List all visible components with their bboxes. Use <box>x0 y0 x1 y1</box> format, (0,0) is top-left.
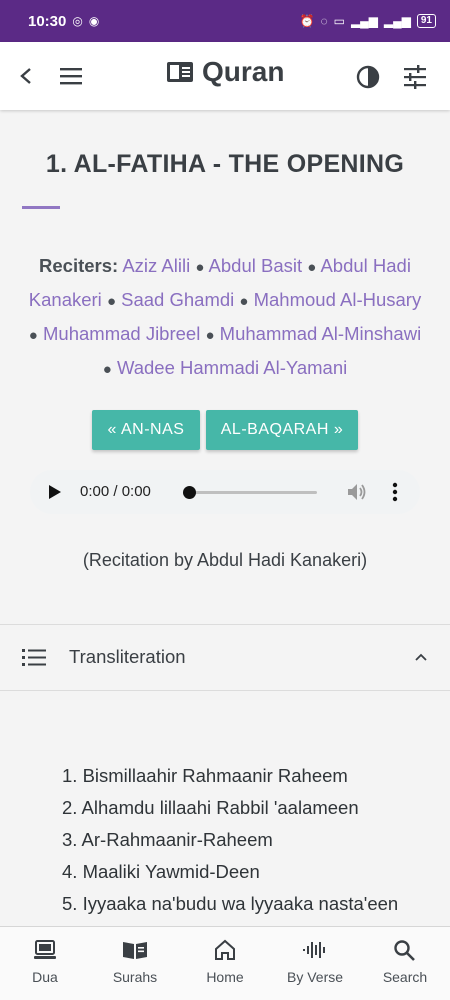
app-bar: Quran <box>0 42 450 110</box>
verse-item: 2. Alhamdu lillaahi Rabbil 'aalameen <box>62 797 359 818</box>
title-divider <box>22 206 60 209</box>
laptop-icon <box>34 940 56 959</box>
settings-sliders-icon[interactable] <box>402 64 428 90</box>
alarm-icon: ⏰ <box>299 14 315 28</box>
nav-home[interactable]: Home <box>180 927 270 1000</box>
waveform-icon <box>303 942 325 958</box>
whatsapp-icon: ◎ <box>72 14 83 28</box>
nav-label: Search <box>382 969 428 985</box>
home-icon <box>215 939 235 960</box>
notification-icon: ◉ <box>88 14 100 28</box>
recitation-note: (Recitation by Abdul Hadi Kanakeri) <box>82 550 368 570</box>
nav-surahs[interactable]: Surahs <box>90 927 180 1000</box>
audio-player: 0:00 / 0:00 <box>30 470 420 514</box>
nav-label: Home <box>206 969 244 985</box>
reciters-label: Reciters: <box>39 255 119 276</box>
separator-dot: ● <box>102 361 112 378</box>
audio-seek-handle[interactable] <box>183 486 196 499</box>
nav-search[interactable]: Search <box>360 927 450 1000</box>
search-icon <box>394 940 415 961</box>
transliteration-label: Transliteration <box>69 646 186 667</box>
battery-icon: 91 <box>416 14 436 28</box>
play-icon[interactable] <box>48 484 62 500</box>
volume-icon[interactable] <box>346 482 368 502</box>
hamburger-menu-icon[interactable] <box>58 64 84 88</box>
bottom-navigation: Dua Surahs Home By Verse Search <box>0 926 450 1000</box>
chevron-up-icon[interactable] <box>414 652 428 662</box>
surah-title: 1. AL-FATIHA - THE OPENING <box>45 150 405 178</box>
reciter-link[interactable]: Mahmoud Al-Husary <box>254 289 422 310</box>
separator-dot: ● <box>195 259 205 276</box>
audio-time: 0:00 / 0:00 <box>80 483 151 500</box>
verse-item: 3. Ar-Rahmaanir-Raheem <box>62 829 273 850</box>
battery-level: 91 <box>420 15 432 26</box>
separator-dot: ● <box>106 293 116 310</box>
verse-item: 1. Bismillaahir Rahmaanir Raheem <box>62 765 348 786</box>
separator-dot: ● <box>307 259 317 276</box>
hotspot-icon: ◌ <box>320 14 328 28</box>
reciter-link[interactable]: Abdul Basit <box>209 255 303 276</box>
audio-seek-bar[interactable] <box>183 491 317 494</box>
status-bar: 10:30 ◎ ◉ ⏰ ◌ ▭ ▂▄▆ ▂▄▆ 91 <box>0 0 450 42</box>
contrast-icon[interactable] <box>355 64 381 90</box>
nav-dua[interactable]: Dua <box>0 927 90 1000</box>
verse-list: 1. Bismillaahir Rahmaanir Raheem 2. Alha… <box>62 760 442 920</box>
verse-item: 4. Maaliki Yawmid-Deen <box>62 861 260 882</box>
main-content[interactable]: 1. AL-FATIHA - THE OPENING Reciters: Azi… <box>0 110 450 926</box>
separator-dot: ● <box>28 327 38 344</box>
reciter-link[interactable]: Muhammad Jibreel <box>43 323 200 344</box>
list-icon <box>22 649 46 666</box>
next-surah-button[interactable]: AL-BAQARAH » <box>206 410 358 450</box>
reciter-link[interactable]: Muhammad Al-Minshawi <box>220 323 422 344</box>
verse-item: 5. Iyyaaka na'budu wa lyyaaka nasta'een <box>62 893 399 914</box>
reciters-list: Reciters: Aziz Alili ● Abdul Basit ● Abd… <box>22 250 428 386</box>
nav-label: Dua <box>32 969 58 985</box>
surah-navigation: « AN-NAS AL-BAQARAH » <box>0 410 450 450</box>
app-title: Quran <box>202 56 285 87</box>
reciter-link[interactable]: Wadee Hammadi Al-Yamani <box>117 357 347 378</box>
nav-by-verse[interactable]: By Verse <box>270 927 360 1000</box>
nav-label: By Verse <box>286 969 344 985</box>
reciter-link[interactable]: Saad Ghamdi <box>121 289 234 310</box>
separator-dot: ● <box>239 293 249 310</box>
signal-5g-icon: ▂▄▆ <box>383 14 411 28</box>
back-arrow-icon[interactable] <box>16 64 36 88</box>
app-title-group: Quran <box>166 56 284 88</box>
divider <box>0 690 450 691</box>
reciter-link[interactable]: Aziz Alili <box>122 255 190 276</box>
signal-icon: ▂▄▆ <box>350 14 378 28</box>
separator-dot: ● <box>205 327 215 344</box>
book-icon <box>167 62 193 82</box>
nav-label: Surahs <box>112 969 158 985</box>
volte-icon: ▭ <box>333 14 345 28</box>
book-open-icon <box>123 942 147 959</box>
more-vert-icon[interactable] <box>392 482 398 502</box>
previous-surah-button[interactable]: « AN-NAS <box>92 410 200 450</box>
status-time: 10:30 <box>28 12 67 30</box>
transliteration-header[interactable]: Transliteration <box>0 625 450 691</box>
